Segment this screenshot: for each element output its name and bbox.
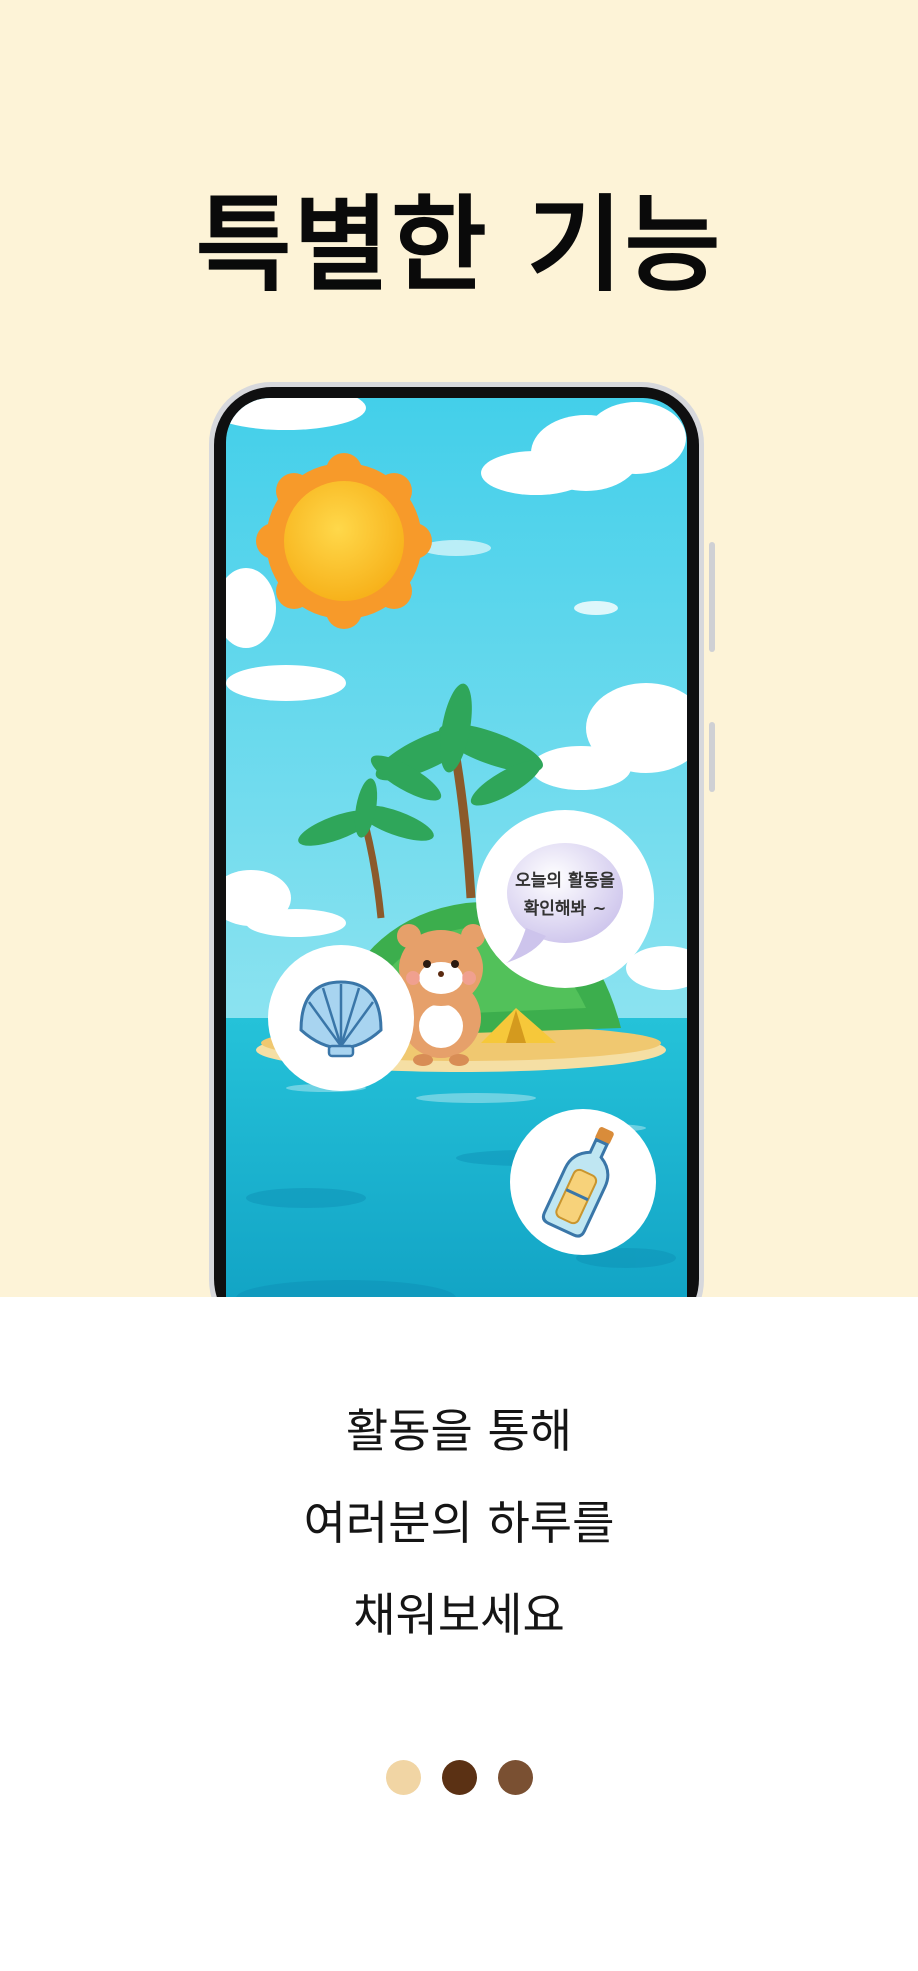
phone-screen: 오늘의 활동을 확인해봐 ~ (226, 398, 687, 1297)
app-scene: 오늘의 활동을 확인해봐 ~ (226, 398, 687, 1297)
speech-bubble-line1: 오늘의 활동을 (515, 870, 615, 891)
pagination-dots (0, 1760, 918, 1795)
pagination-dot-2[interactable] (441, 1760, 477, 1795)
speech-bubble[interactable]: 오늘의 활동을 확인해봐 ~ (476, 810, 654, 988)
pagination-dot-1[interactable] (385, 1760, 421, 1795)
pagination-dot-3[interactable] (497, 1760, 533, 1795)
page-title: 특별한 기능 (195, 184, 723, 306)
caption-line-2: 여러분의 하루를 (303, 1496, 615, 1550)
message-bottle-button[interactable] (510, 1109, 656, 1255)
phone-frame: 오늘의 활동을 확인해봐 ~ (214, 387, 699, 1297)
caption-line-1: 활동을 통해 (345, 1404, 573, 1458)
speech-bubble-line2: 확인해봐 ~ (524, 899, 607, 919)
phone-mockup: 오늘의 활동을 확인해봐 ~ (209, 382, 715, 1297)
caption-line-3: 채워보세요 (353, 1588, 565, 1642)
caption: 활동을 통해 여러분의 하루를 채워보세요 (0, 1385, 918, 1661)
hero-section: 특별한 기능 오늘의 활동을 확인해봐 ~ (0, 0, 918, 1297)
sun-icon (256, 453, 432, 629)
shell-button[interactable] (268, 945, 414, 1091)
phone-side-button (709, 542, 715, 652)
phone-side-button (709, 722, 715, 792)
